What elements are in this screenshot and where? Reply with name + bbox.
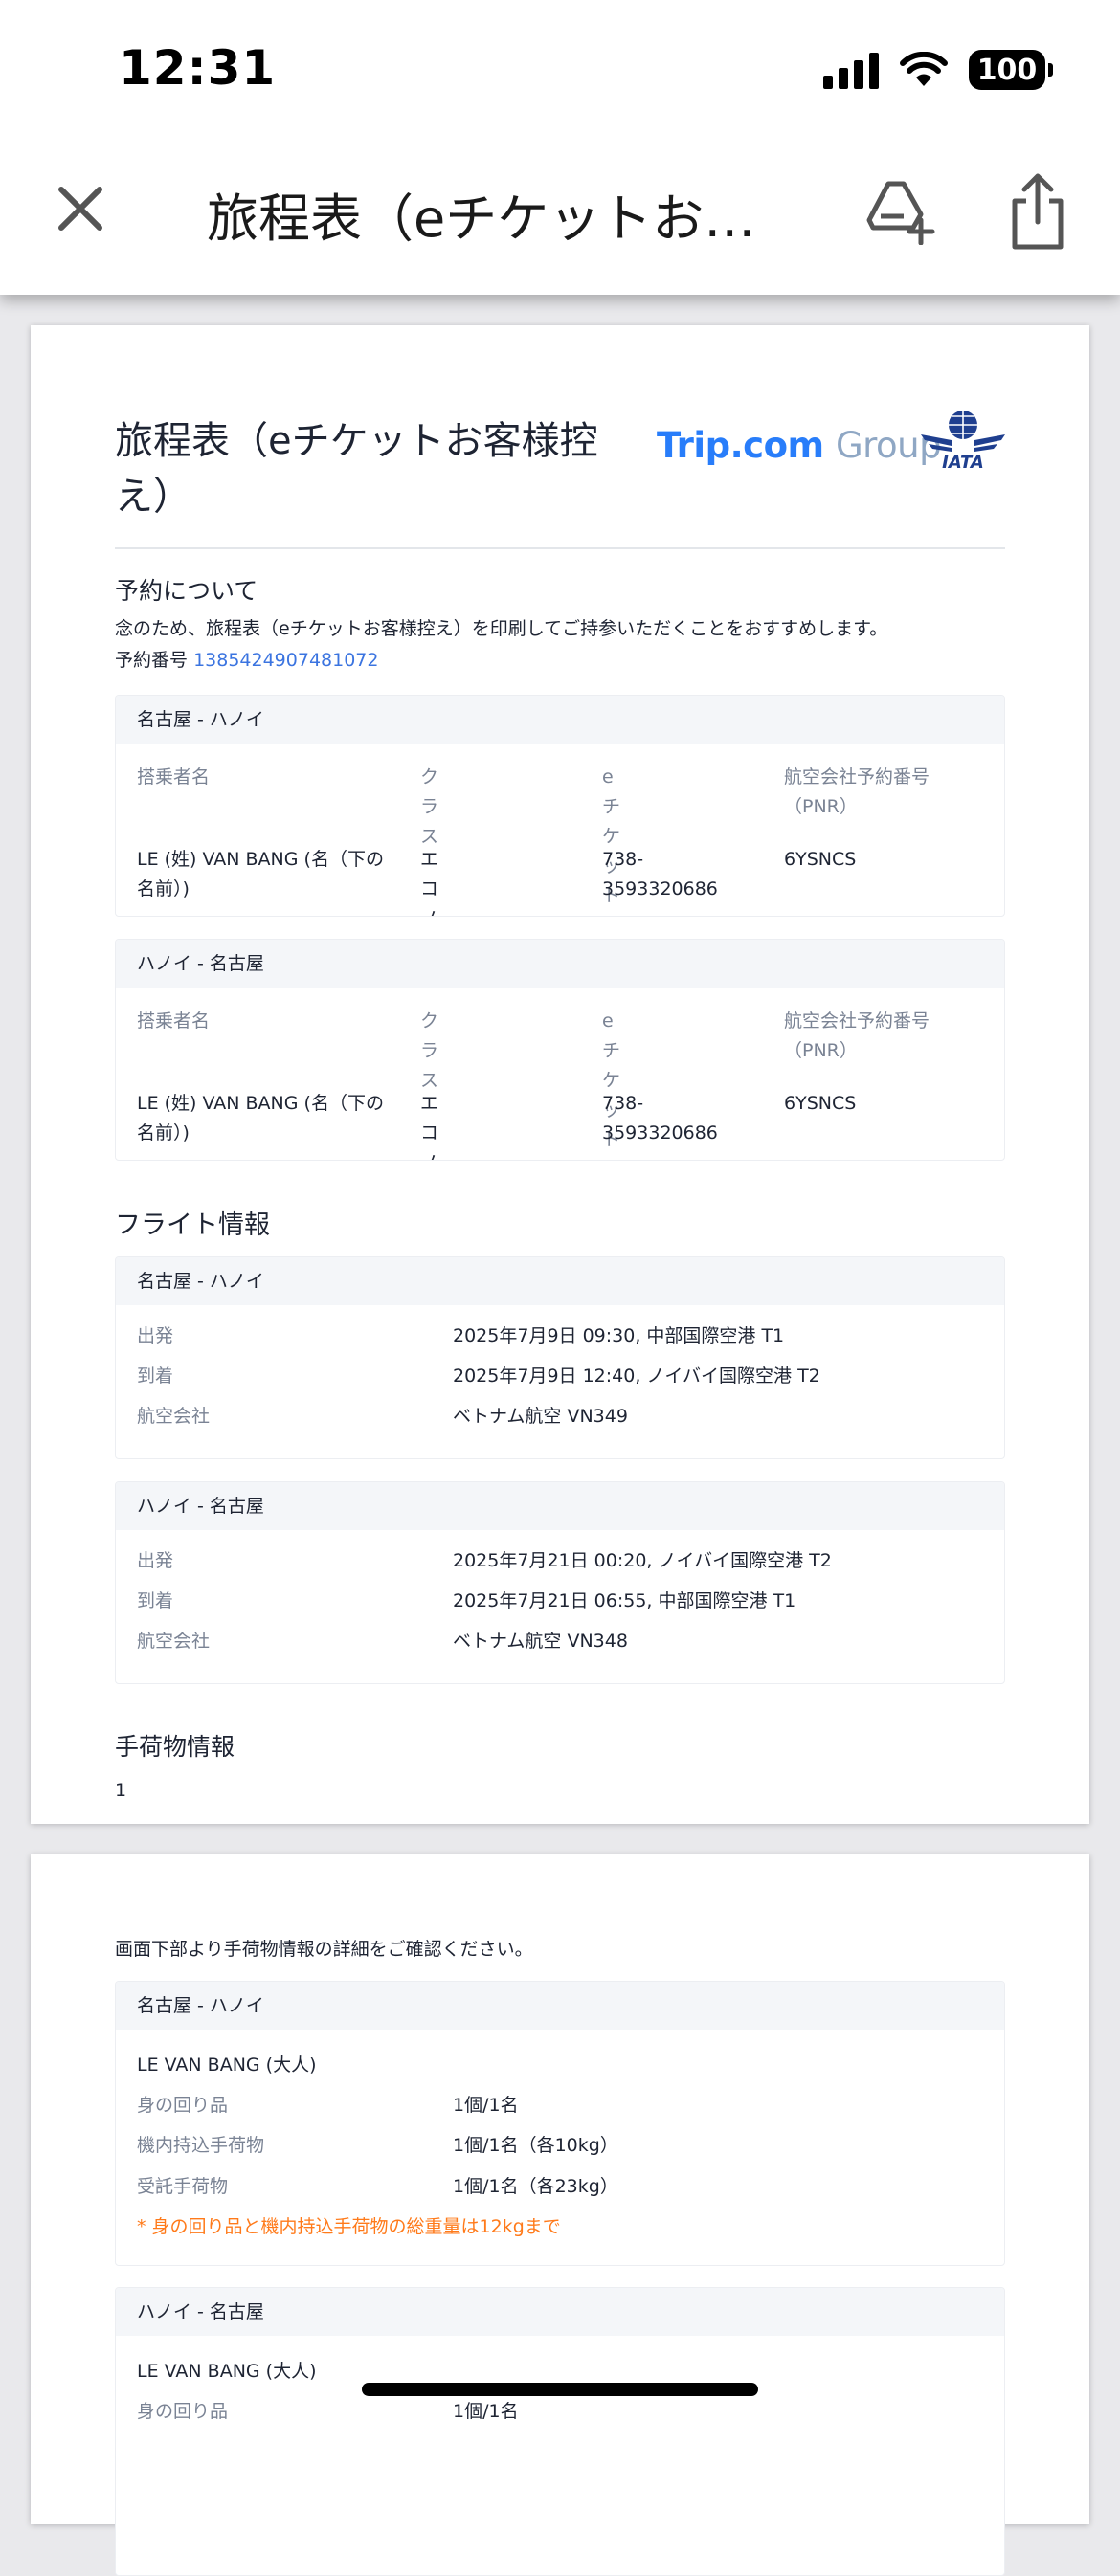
document-page-1: 旅程表（eチケットお客様控え） Trip.com Group IATA 予約につ… xyxy=(31,325,1089,1824)
passenger-name: LE (姓) VAN BANG (名（下の名前）) xyxy=(137,849,384,899)
close-icon[interactable] xyxy=(50,178,111,239)
checked-baggage-value: 1個/1名（各23kg） xyxy=(453,2176,618,2197)
ticket-route: ハノイ - 名古屋 xyxy=(116,940,1004,988)
eticket-number: 738-3593320686 xyxy=(602,1093,718,1144)
baggage-passenger: LE VAN BANG (大人) xyxy=(137,2361,317,2382)
share-icon[interactable] xyxy=(1007,172,1068,253)
flight-card-outbound: 名古屋 - ハノイ 出発 2025年7月9日 09:30, 中部国際空港 T1 … xyxy=(115,1256,1005,1459)
departure-value: 2025年7月9日 09:30, 中部国際空港 T1 xyxy=(453,1325,785,1346)
arrival-label: 到着 xyxy=(137,1366,174,1387)
header-passenger-name: 搭乗者名 xyxy=(137,1010,211,1032)
ticket-route: 名古屋 - ハノイ xyxy=(116,696,1004,744)
header-pnr: 航空会社予約番号（PNR） xyxy=(784,766,930,817)
reservation-number-link[interactable]: 1385424907481072 xyxy=(193,650,378,671)
battery-icon: 100 xyxy=(969,50,1053,90)
personal-item-value: 1個/1名 xyxy=(453,2401,519,2422)
passenger-name: LE (姓) VAN BANG (名（下の名前）) xyxy=(137,1093,384,1144)
document-page-2: 画面下部より手荷物情報の詳細をご確認ください。 名古屋 - ハノイ LE VAN… xyxy=(31,1854,1089,2576)
status-icons: 100 xyxy=(823,50,1053,90)
pnr-code: 6YSNCS xyxy=(784,849,857,870)
header-passenger-name: 搭乗者名 xyxy=(137,766,211,788)
baggage-heading: 手荷物情報 xyxy=(115,1733,235,1761)
airline-label: 航空会社 xyxy=(137,1406,211,1427)
flight-info-heading: フライト情報 xyxy=(115,1210,270,1240)
header-pnr: 航空会社予約番号（PNR） xyxy=(784,1010,930,1061)
airline-value: ベトナム航空 VN349 xyxy=(453,1406,628,1427)
cellular-signal-icon xyxy=(823,51,879,89)
arrival-label: 到着 xyxy=(137,1590,174,1611)
departure-label: 出発 xyxy=(137,1325,174,1346)
baggage-route: 名古屋 - ハノイ xyxy=(116,1982,1004,2030)
baggage-intro: 画面下部より手荷物情報の詳細をご確認ください。 xyxy=(115,1939,533,1960)
document-title: 旅程表（eチケットお… xyxy=(207,189,756,249)
page-number: 1 xyxy=(115,1780,127,1801)
add-to-drive-icon[interactable] xyxy=(865,178,938,245)
ticket-card-outbound: 名古屋 - ハノイ 搭乗者名 クラス eチケット番号 航空会社予約番号（PNR）… xyxy=(115,695,1005,917)
print-notice: 念のため、旅程表（eチケットお客様控え）を印刷してご持参いただくことをおすすめし… xyxy=(115,618,888,639)
ticket-card-return: ハノイ - 名古屋 搭乗者名 クラス eチケット番号 航空会社予約番号（PNR）… xyxy=(115,939,1005,1161)
arrival-value: 2025年7月9日 12:40, ノイバイ国際空港 T2 xyxy=(453,1366,820,1387)
reservation-number-row: 予約番号 1385424907481072 xyxy=(115,646,378,672)
baggage-passenger: LE VAN BANG (大人) xyxy=(137,2054,317,2076)
iata-logo-icon: IATA xyxy=(921,411,1005,471)
flight-route: ハノイ - 名古屋 xyxy=(116,1482,1004,1530)
departure-value: 2025年7月21日 00:20, ノイバイ国際空港 T2 xyxy=(453,1550,832,1571)
status-time: 12:31 xyxy=(119,40,277,96)
ticket-class: エコノミー xyxy=(420,849,439,916)
carry-on-label: 機内持込手荷物 xyxy=(137,2135,265,2156)
departure-label: 出発 xyxy=(137,1550,174,1571)
home-indicator[interactable] xyxy=(362,2383,758,2396)
reservation-number-label: 予約番号 xyxy=(115,650,189,671)
reservation-heading: 予約について xyxy=(115,577,258,605)
baggage-card-return: ハノイ - 名古屋 LE VAN BANG (大人) 身の回り品 1個/1名 xyxy=(115,2287,1005,2576)
header-class: クラス xyxy=(420,1010,439,1091)
flight-card-return: ハノイ - 名古屋 出発 2025年7月21日 00:20, ノイバイ国際空港 … xyxy=(115,1481,1005,1684)
baggage-route: ハノイ - 名古屋 xyxy=(116,2288,1004,2336)
pnr-code: 6YSNCS xyxy=(784,1093,857,1114)
app-header: 12:31 100 旅程表（eチケットお… xyxy=(0,0,1120,295)
personal-item-label: 身の回り品 xyxy=(137,2095,229,2116)
carry-on-value: 1個/1名（各10kg） xyxy=(453,2135,618,2156)
arrival-value: 2025年7月21日 06:55, 中部国際空港 T1 xyxy=(453,1590,796,1611)
baggage-card-outbound: 名古屋 - ハノイ LE VAN BANG (大人) 身の回り品 1個/1名 機… xyxy=(115,1981,1005,2266)
eticket-number: 738-3593320686 xyxy=(602,849,718,899)
wifi-icon xyxy=(900,52,948,86)
title-divider xyxy=(115,547,1005,549)
trip-com-group-logo: Trip.com Group xyxy=(657,425,942,466)
itinerary-title: 旅程表（eチケットお客様控え） xyxy=(115,419,598,519)
airline-label: 航空会社 xyxy=(137,1631,211,1652)
svg-text:IATA: IATA xyxy=(942,453,984,471)
ticket-class: エコノミー xyxy=(420,1093,439,1160)
checked-baggage-label: 受託手荷物 xyxy=(137,2176,229,2197)
airline-value: ベトナム航空 VN348 xyxy=(453,1631,628,1652)
header-class: クラス xyxy=(420,766,439,847)
personal-item-label: 身の回り品 xyxy=(137,2401,229,2422)
baggage-weight-note: * 身の回り品と機内持込手荷物の総重量は12kgまで xyxy=(137,2216,561,2237)
flight-route: 名古屋 - ハノイ xyxy=(116,1257,1004,1305)
personal-item-value: 1個/1名 xyxy=(453,2095,519,2116)
